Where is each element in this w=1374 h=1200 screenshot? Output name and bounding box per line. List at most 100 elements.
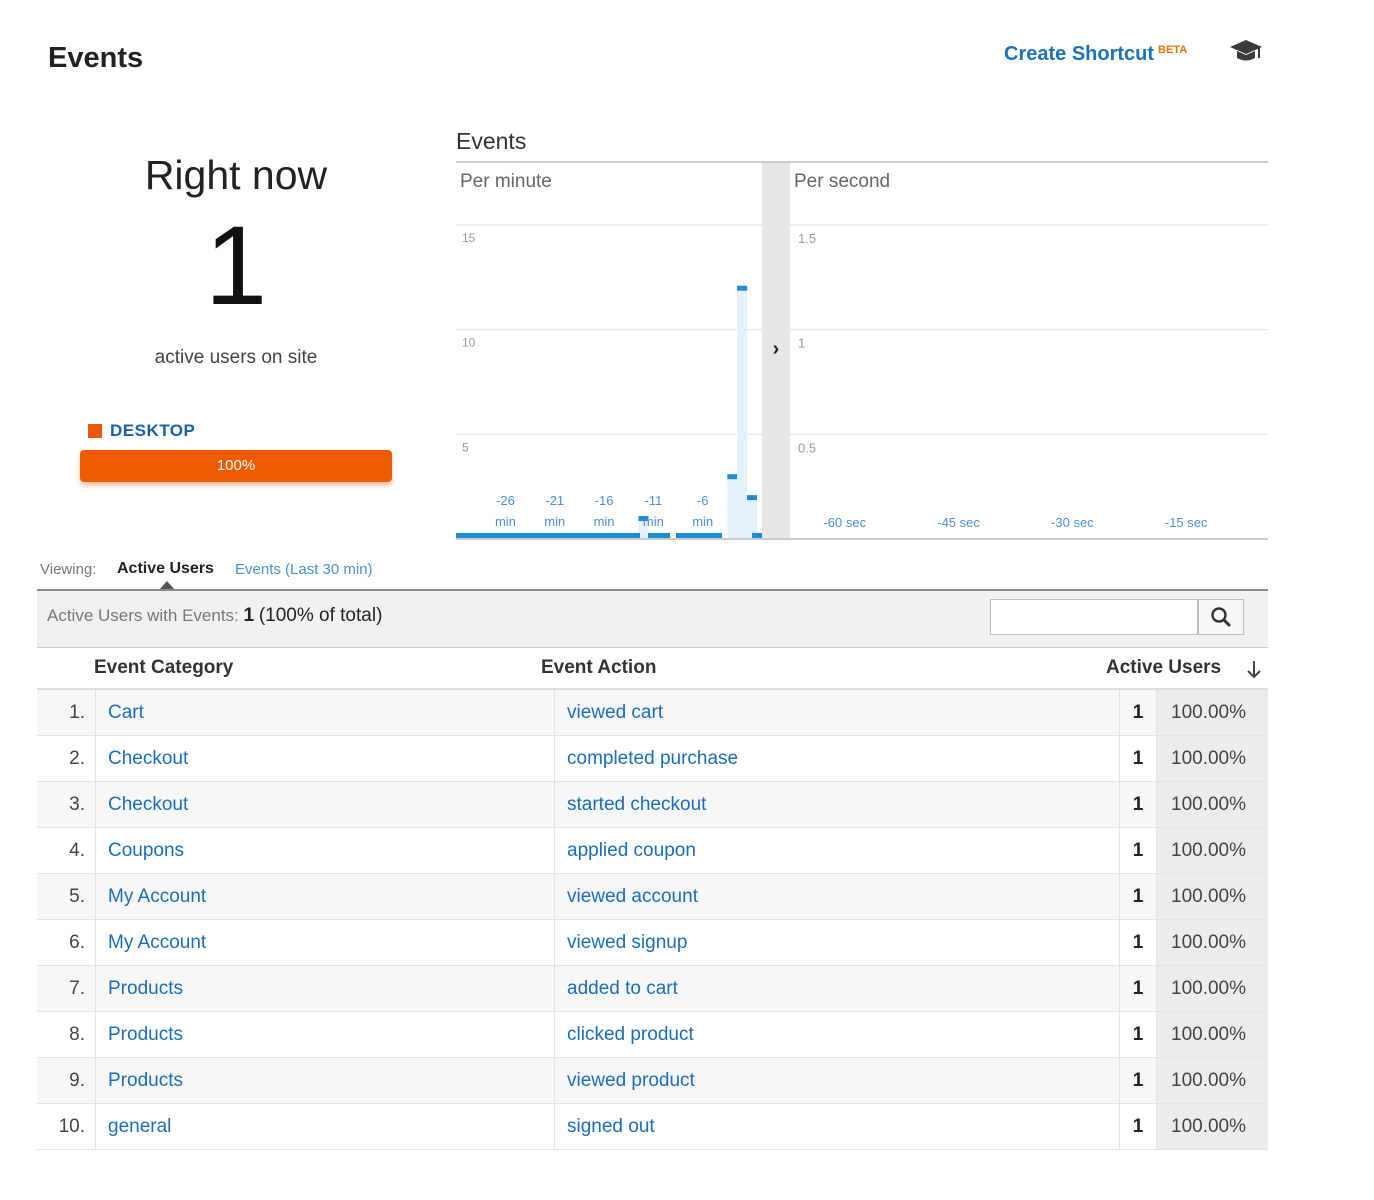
active-users-percent: 100.00% <box>1156 873 1268 920</box>
desktop-legend-swatch <box>88 424 102 438</box>
active-users-value: 1 <box>1119 1057 1157 1104</box>
active-users-value: 1 <box>1119 1103 1157 1150</box>
event-category-link[interactable]: Cart <box>108 702 144 723</box>
event-category-cell: Cart <box>95 690 555 736</box>
event-category-cell: Checkout <box>95 735 555 782</box>
event-category-link[interactable]: My Account <box>108 932 206 953</box>
active-users-value: 1 <box>1119 781 1157 828</box>
second-x-tick-label: -60 sec <box>823 515 866 530</box>
row-index: 9. <box>37 1057 96 1104</box>
event-action-link[interactable]: viewed account <box>567 886 698 907</box>
event-category-link[interactable]: My Account <box>108 886 206 907</box>
active-users-subtitle: active users on site <box>154 347 318 368</box>
active-users-count: 1 <box>204 203 268 328</box>
event-category-cell: Products <box>95 1057 555 1104</box>
minute-y-tick-label: 5 <box>462 440 469 454</box>
event-action-link[interactable]: applied coupon <box>567 840 696 861</box>
table-row: 6. My Account viewed signup 1 100.00% <box>37 919 1268 966</box>
active-users-percent: 100.00% <box>1156 1011 1268 1058</box>
desktop-share-bar: 100% <box>80 450 392 482</box>
event-action-link[interactable]: started checkout <box>567 794 706 815</box>
active-users-percent: 100.00% <box>1156 919 1268 966</box>
minute-x-tick-label: -26 <box>496 493 515 508</box>
expand-chevron-icon[interactable]: › <box>773 338 780 360</box>
tab-events-last-30-min[interactable]: Events (Last 30 min) <box>235 561 373 578</box>
minute-x-tick-label: -6 <box>697 493 709 508</box>
active-users-value: 1 <box>1119 919 1157 966</box>
minute-bar-cap[interactable] <box>747 495 757 501</box>
event-category-link[interactable]: Checkout <box>108 748 188 769</box>
table-search-input[interactable] <box>990 599 1198 635</box>
create-shortcut-label: Create Shortcut <box>1004 43 1155 65</box>
minute-x-tick-unit: min <box>544 514 565 529</box>
table-row: 8. Products clicked product 1 100.00% <box>37 1011 1268 1058</box>
event-action-link[interactable]: viewed signup <box>567 932 687 953</box>
minute-timeline-bar <box>648 533 670 538</box>
active-users-value: 1 <box>1119 690 1157 736</box>
event-action-link[interactable]: viewed cart <box>567 702 663 723</box>
minute-bar-bg <box>737 287 748 539</box>
minute-bar-bg <box>747 497 757 539</box>
row-index: 5. <box>37 873 96 920</box>
table-row: 10. general signed out 1 100.00% <box>37 1103 1268 1150</box>
event-category-cell: Products <box>95 1011 555 1058</box>
event-action-link[interactable]: viewed product <box>567 1070 695 1091</box>
minute-x-tick-unit: min <box>594 514 615 529</box>
event-category-link[interactable]: Products <box>108 1070 183 1091</box>
event-action-cell: completed purchase <box>554 735 1120 782</box>
search-icon <box>1211 607 1231 627</box>
second-y-tick-label: 0.5 <box>798 440 816 455</box>
table-row: 9. Products viewed product 1 100.00% <box>37 1057 1268 1104</box>
row-index: 6. <box>37 919 96 966</box>
second-x-tick-label: -45 sec <box>937 515 980 530</box>
event-action-cell: viewed product <box>554 1057 1120 1104</box>
events-table: 1. Cart viewed cart 1 100.00% 2. Checkout compl… <box>37 690 1268 1150</box>
event-category-link[interactable]: general <box>108 1116 171 1137</box>
table-row: 1. Cart viewed cart 1 100.00% <box>37 690 1268 736</box>
active-tab-caret-icon <box>160 581 174 589</box>
event-category-link[interactable]: Products <box>108 1024 183 1045</box>
events-chart: › Per minute Per second 5 10 15 -26 min -21 mi… <box>456 163 1268 540</box>
row-index: 2. <box>37 735 96 782</box>
column-header-active-users[interactable]: Active Users <box>1106 657 1221 679</box>
minute-bar-cap[interactable] <box>727 474 738 480</box>
event-category-link[interactable]: Coupons <box>108 840 184 861</box>
beta-badge: BETA <box>1158 44 1188 56</box>
column-header-event-action[interactable]: Event Action <box>541 657 656 679</box>
tab-active-users[interactable]: Active Users <box>117 560 214 578</box>
events-chart-title: Events <box>456 128 527 154</box>
event-action-cell: added to cart <box>554 965 1120 1012</box>
table-row: 7. Products added to cart 1 100.00% <box>37 965 1268 1012</box>
event-category-cell: My Account <box>95 873 555 920</box>
sort-descending-arrow-icon[interactable] <box>1244 659 1264 681</box>
event-action-link[interactable]: clicked product <box>567 1024 694 1045</box>
second-y-tick-label: 1 <box>798 336 805 351</box>
minute-timeline-bar <box>676 533 722 538</box>
event-action-link[interactable]: completed purchase <box>567 748 738 769</box>
summary-text: Active Users with Events: 1 (100% of tot… <box>47 605 382 627</box>
second-x-tick-label: -15 sec <box>1165 515 1208 530</box>
event-action-link[interactable]: signed out <box>567 1116 655 1137</box>
summary-percent: (100% of total) <box>258 605 383 626</box>
minute-timeline-bar <box>752 533 762 538</box>
minute-x-tick-unit: min <box>692 514 713 529</box>
active-users-percent: 100.00% <box>1156 781 1268 828</box>
active-users-value: 1 <box>1119 735 1157 782</box>
event-action-link[interactable]: added to cart <box>567 978 678 999</box>
search-button[interactable] <box>1198 599 1244 635</box>
graduation-cap-icon[interactable] <box>1228 36 1264 66</box>
minute-bar-bg <box>727 476 738 539</box>
event-category-link[interactable]: Checkout <box>108 794 188 815</box>
summary-value: 1 <box>243 605 255 626</box>
event-category-link[interactable]: Products <box>108 978 183 999</box>
minute-x-tick-unit: min <box>643 514 664 529</box>
minute-x-tick-label: -21 <box>545 493 564 508</box>
event-category-cell: Checkout <box>95 781 555 828</box>
minute-bar-cap[interactable] <box>737 285 748 291</box>
create-shortcut-link[interactable]: Create Shortcut BETA <box>1004 43 1187 66</box>
event-category-cell: My Account <box>95 919 555 966</box>
column-header-event-category[interactable]: Event Category <box>94 657 233 679</box>
active-users-value: 1 <box>1119 873 1157 920</box>
active-users-value: 1 <box>1119 965 1157 1012</box>
page-title: Events <box>48 42 144 74</box>
